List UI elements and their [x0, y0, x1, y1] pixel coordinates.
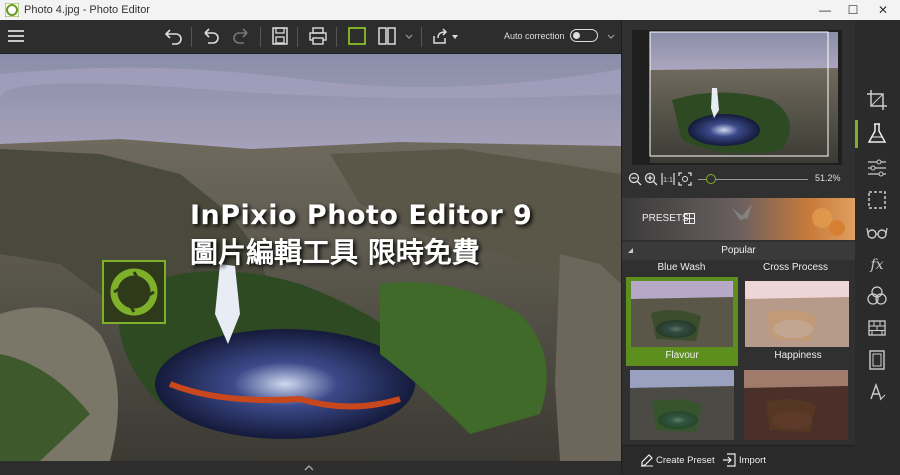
auto-correction-label: Auto correction	[504, 31, 565, 41]
reset-icon[interactable]	[162, 24, 186, 48]
toolbar: Auto correction	[0, 20, 621, 54]
redo-icon[interactable]	[229, 24, 253, 48]
chevron-up-icon[interactable]	[303, 463, 315, 472]
adjust-sliders-icon[interactable]	[863, 154, 891, 182]
import-icon[interactable]	[722, 453, 736, 467]
color-circles-icon[interactable]	[863, 282, 891, 310]
navigator-preview[interactable]	[632, 30, 842, 165]
preset-name-flavour: Flavour	[665, 350, 699, 361]
share-icon[interactable]	[428, 24, 452, 48]
selection-icon[interactable]	[863, 186, 891, 214]
fx-icon[interactable]: fx	[863, 250, 891, 278]
minimize-button[interactable]: —	[810, 0, 840, 20]
undo-icon[interactable]	[199, 24, 223, 48]
overlay-caption: InPixio Photo Editor 9 圖片編輯工具 限時免費	[190, 200, 532, 271]
glasses-icon[interactable]	[863, 218, 891, 246]
zoom-controls: 1:1 51.2%	[622, 170, 855, 190]
preset-name-happiness: Happiness	[774, 350, 822, 361]
save-icon[interactable]	[268, 24, 292, 48]
auto-correction-chevron-icon[interactable]	[606, 32, 616, 42]
zoom-slider-knob[interactable]	[706, 174, 717, 184]
inpixio-logo	[102, 260, 166, 324]
preset-flavour[interactable]: Flavour	[626, 277, 738, 366]
text-icon[interactable]	[863, 378, 891, 406]
preset-thumb-6[interactable]	[744, 370, 848, 440]
right-panel: 1:1 51.2% PRESETS Popular Blue Wash Cros…	[621, 20, 855, 475]
create-preset-button[interactable]: Create Preset	[656, 455, 715, 466]
close-button[interactable]: ✕	[868, 0, 898, 20]
print-icon[interactable]	[306, 24, 330, 48]
zoom-in-icon[interactable]	[644, 172, 658, 186]
compare-view-icon[interactable]	[375, 24, 399, 48]
zoom-value: 51.2%	[815, 173, 841, 183]
single-view-icon[interactable]	[345, 24, 369, 48]
canvas-bottom-bar	[0, 461, 621, 474]
preset-name-cross-process[interactable]: Cross Process	[738, 262, 853, 273]
tool-sidebar: fx	[855, 20, 900, 474]
fit-to-screen-icon[interactable]	[678, 172, 692, 186]
zoom-out-icon[interactable]	[628, 172, 642, 186]
svg-text:fx: fx	[869, 257, 883, 273]
menu-icon[interactable]	[4, 24, 28, 48]
auto-correction-toggle[interactable]	[570, 29, 598, 42]
overlay-caption-line1: InPixio Photo Editor 9	[190, 200, 533, 231]
svg-text:1:1: 1:1	[663, 177, 673, 184]
crop-icon[interactable]	[863, 86, 891, 114]
actual-size-icon[interactable]: 1:1	[660, 172, 676, 186]
preset-actions-bar: Create Preset Import	[622, 445, 855, 475]
app-logo-icon	[5, 3, 19, 17]
popular-section-header[interactable]: Popular	[622, 242, 855, 260]
import-button[interactable]: Import	[739, 455, 766, 466]
popular-section-label: Popular	[721, 245, 756, 256]
flask-icon[interactable]	[863, 120, 891, 148]
title-bar: Photo 4.jpg - Photo Editor — ☐ ✕	[0, 0, 900, 20]
overlay-caption-line2: 圖片編輯工具 限時免費	[190, 236, 480, 269]
grid-view-icon[interactable]	[684, 213, 695, 224]
photo-canvas[interactable]: InPixio Photo Editor 9 圖片編輯工具 限時免費	[0, 54, 621, 461]
frame-icon[interactable]	[863, 346, 891, 374]
presets-label: PRESETS	[642, 213, 689, 224]
maximize-button[interactable]: ☐	[838, 0, 868, 20]
texture-icon[interactable]	[863, 314, 891, 342]
active-tool-indicator	[855, 120, 858, 148]
preset-name-blue-wash[interactable]: Blue Wash	[624, 262, 739, 273]
preset-happiness[interactable]: Happiness	[742, 277, 854, 366]
window-title: Photo 4.jpg - Photo Editor	[24, 4, 150, 16]
collapse-triangle-icon	[628, 248, 633, 253]
presets-banner[interactable]: PRESETS	[622, 198, 855, 240]
share-dropdown-icon[interactable]	[451, 33, 459, 41]
preset-thumb-5[interactable]	[630, 370, 734, 440]
chevron-down-icon[interactable]	[404, 32, 414, 42]
create-preset-icon[interactable]	[640, 453, 654, 467]
